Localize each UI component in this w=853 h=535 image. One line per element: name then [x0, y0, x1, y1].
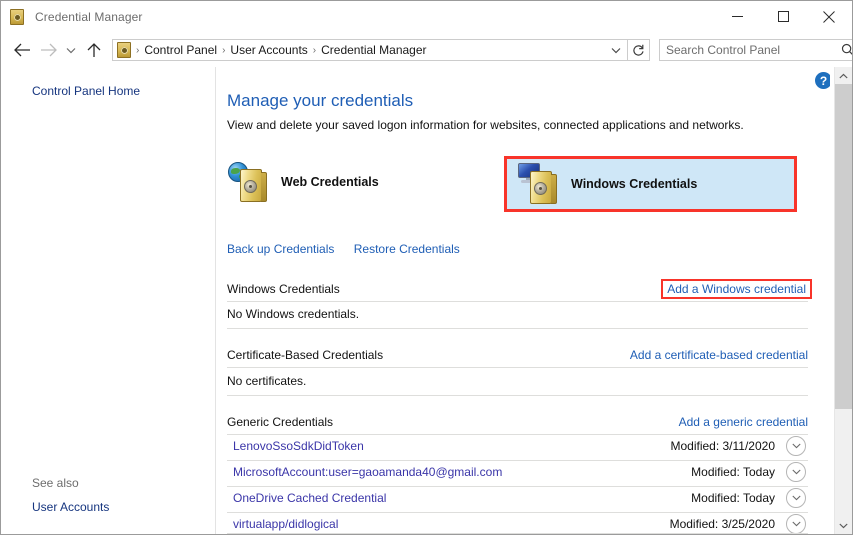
maximize-button[interactable] — [760, 1, 806, 32]
search-placeholder: Search Control Panel — [666, 43, 781, 57]
address-safe-icon — [117, 42, 133, 58]
table-row[interactable]: OneDrive Cached Credential Modified: Tod… — [227, 487, 808, 512]
search-input[interactable]: Search Control Panel — [659, 39, 852, 62]
add-a-windows-credential-link[interactable]: Add a Windows credential — [661, 279, 812, 299]
sidebar-item-control-panel-home[interactable]: Control Panel Home — [32, 84, 140, 98]
address-dropdown-chevron-icon[interactable] — [607, 40, 625, 60]
close-button[interactable] — [806, 1, 852, 32]
content-area: Control Panel Home See also User Account… — [1, 67, 852, 534]
credential-modified: Modified: 3/25/2020 — [669, 517, 775, 531]
title-bar: Credential Manager — [1, 1, 852, 33]
sidebar-item-user-accounts[interactable]: User Accounts — [32, 500, 109, 514]
navigation-bar: › Control Panel › User Accounts › Creden… — [1, 33, 852, 67]
section-divider — [227, 533, 808, 534]
add-a-certificate-based-credential-link[interactable]: Add a certificate-based credential — [630, 348, 808, 362]
section-header-windows-credentials: Windows Credentials Add a Windows creden… — [227, 279, 812, 299]
tile-web-credentials[interactable]: Web Credentials — [228, 158, 379, 206]
table-row[interactable]: virtualapp/didlogical Modified: 3/25/202… — [227, 513, 808, 534]
credential-modified: Modified: 3/11/2020 — [670, 439, 775, 453]
certificates-empty-note: No certificates. — [227, 374, 307, 388]
section-divider — [227, 367, 808, 368]
add-a-generic-credential-link[interactable]: Add a generic credential — [679, 415, 808, 429]
address-bar[interactable]: › Control Panel › User Accounts › Creden… — [112, 39, 628, 61]
credential-manager-window: Credential Manager › Control Panel › Use… — [0, 0, 853, 535]
forward-icon[interactable] — [35, 37, 61, 63]
breadcrumb-item-control-panel[interactable]: Control Panel — [140, 42, 221, 58]
credential-modified: Modified: Today — [691, 491, 775, 505]
minimize-button[interactable] — [714, 1, 760, 32]
up-level-icon[interactable] — [81, 37, 107, 63]
breadcrumb-item-credential-manager[interactable]: Credential Manager — [317, 42, 430, 58]
page-subtitle: View and delete your saved logon informa… — [227, 118, 744, 132]
tile-windows-credentials-label: Windows Credentials — [571, 177, 698, 191]
section-header-generic-credentials: Generic Credentials Add a generic creden… — [227, 415, 808, 429]
globe-vault-icon — [228, 160, 272, 204]
section-title-certificate-based-credentials: Certificate-Based Credentials — [227, 348, 384, 362]
caption-buttons — [714, 1, 852, 32]
credential-links-row: Back up Credentials Restore Credentials — [227, 242, 476, 256]
sidebar-see-also-label: See also — [32, 476, 79, 490]
expand-chevron-down-icon[interactable] — [786, 488, 806, 508]
restore-credentials-link[interactable]: Restore Credentials — [354, 242, 460, 256]
section-divider — [227, 328, 808, 329]
expand-chevron-down-icon[interactable] — [786, 514, 806, 534]
credential-name[interactable]: OneDrive Cached Credential — [233, 491, 386, 505]
window-title: Credential Manager — [35, 10, 143, 24]
section-title-generic-credentials: Generic Credentials — [227, 415, 334, 429]
page-title: Manage your credentials — [227, 91, 414, 110]
credential-modified: Modified: Today — [691, 465, 775, 479]
help-icon[interactable]: ? — [815, 72, 830, 89]
credential-name[interactable]: virtualapp/didlogical — [233, 517, 338, 531]
credential-name[interactable]: MicrosoftAccount:user=gaoamanda40@gmail.… — [233, 465, 502, 479]
section-title-windows-credentials: Windows Credentials — [227, 282, 340, 296]
breadcrumb: › Control Panel › User Accounts › Creden… — [135, 42, 431, 58]
expand-chevron-down-icon[interactable] — [786, 462, 806, 482]
credential-safe-icon — [10, 9, 26, 25]
scrollbar-thumb[interactable] — [835, 84, 852, 409]
expand-chevron-down-icon[interactable] — [786, 436, 806, 456]
monitor-vault-icon — [518, 162, 562, 206]
section-divider — [227, 395, 808, 396]
tile-web-credentials-label: Web Credentials — [281, 175, 379, 189]
section-divider — [227, 301, 808, 302]
section-header-certificate-based-credentials: Certificate-Based Credentials Add a cert… — [227, 348, 808, 362]
scroll-down-chevron-icon[interactable] — [835, 517, 852, 534]
breadcrumb-item-user-accounts[interactable]: User Accounts — [226, 42, 311, 58]
table-row[interactable]: LenovoSsoSdkDidToken Modified: 3/11/2020 — [227, 435, 808, 460]
backup-credentials-link[interactable]: Back up Credentials — [227, 242, 334, 256]
scroll-up-chevron-icon[interactable] — [835, 67, 852, 84]
table-row[interactable]: MicrosoftAccount:user=gaoamanda40@gmail.… — [227, 461, 808, 486]
recent-locations-chevron-icon[interactable] — [61, 37, 81, 63]
windows-credentials-empty-note: No Windows credentials. — [227, 307, 360, 321]
vertical-scrollbar[interactable] — [834, 67, 852, 534]
back-icon[interactable] — [9, 37, 35, 63]
main-pane: ? Manage your credentials View and delet… — [216, 67, 830, 534]
refresh-icon[interactable] — [628, 39, 650, 61]
tile-windows-credentials[interactable]: Windows Credentials — [504, 156, 797, 212]
sidebar: Control Panel Home See also User Account… — [1, 67, 216, 534]
search-icon[interactable] — [841, 43, 852, 62]
credential-name[interactable]: LenovoSsoSdkDidToken — [233, 439, 364, 453]
